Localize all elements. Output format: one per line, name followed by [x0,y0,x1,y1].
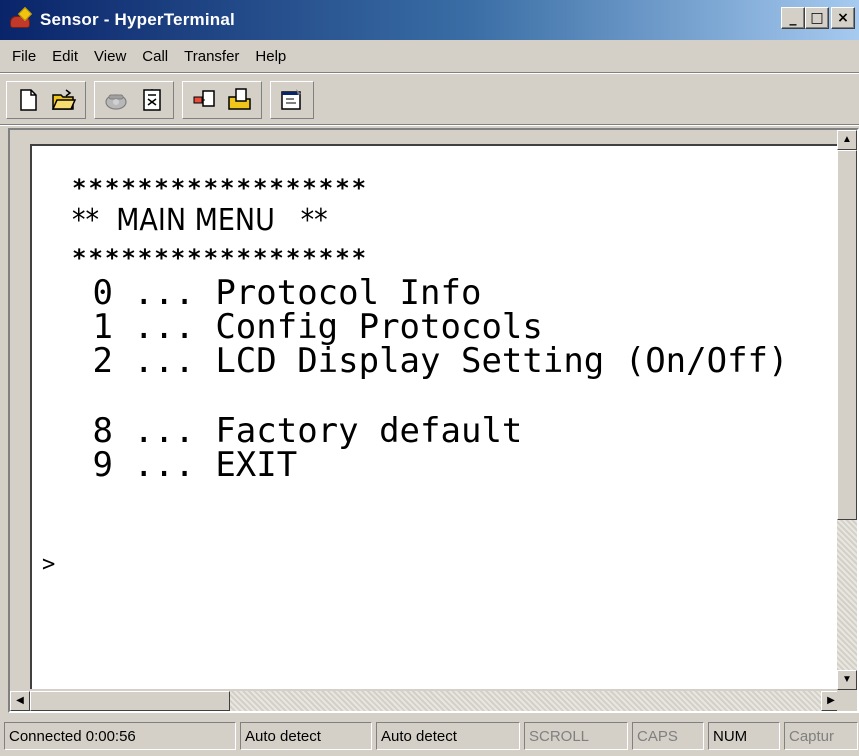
call-button[interactable] [98,83,134,117]
new-icon [20,89,37,111]
menu-title: ** MAIN MENU ** [72,203,328,238]
open-icon [51,89,77,110]
menu-border-top: ****************** [72,174,369,202]
terminal-screen[interactable]: ****************** ** MAIN MENU ** *****… [30,144,838,689]
maximize-button[interactable]: □ [805,7,829,29]
window-title: Sensor - HyperTerminal [40,10,235,29]
status-emulation: Auto detect [240,722,372,750]
new-button[interactable] [10,83,46,117]
receive-icon [228,88,251,110]
horizontal-scrollbar[interactable]: ◀ ▶ [10,691,841,711]
disconnect-button[interactable] [134,83,170,117]
scroll-up-button[interactable]: ▲ [837,130,857,150]
toolbar [6,78,322,122]
menu-file[interactable]: File [4,46,44,67]
menu-option: 9 ... EXIT [92,445,298,485]
status-bar: Connected 0:00:56 Auto detect Auto detec… [0,716,859,756]
disconnect-icon [143,89,161,111]
hyperterminal-icon [8,6,34,33]
title-bar[interactable]: Sensor - HyperTerminal _ □ × [0,0,859,40]
menu-bar: File Edit View Call Transfer Help [0,42,859,70]
terminal-output: ****************** ** MAIN MENU ** *****… [72,176,788,482]
status-connected: Connected 0:00:56 [4,722,236,750]
properties-icon [281,89,301,110]
menu-border-bottom: ****************** [72,244,369,272]
send-icon [193,90,215,107]
menu-edit[interactable]: Edit [44,46,86,67]
receive-button[interactable] [222,83,258,117]
call-icon [105,94,127,110]
terminal-prompt: > [42,552,56,577]
properties-button[interactable] [274,83,310,117]
menu-option: 0 ... Protocol Info [92,273,482,313]
toolbar-divider-bottom [0,124,859,126]
menu-view[interactable]: View [86,46,134,67]
status-caps: CAPS [632,722,704,750]
menu-option: 1 ... Config Protocols [92,307,543,347]
close-button[interactable]: × [831,7,855,29]
vertical-scrollbar[interactable]: ▲ ▼ [837,130,857,690]
status-scroll: SCROLL [524,722,628,750]
menu-option: 8 ... Factory default [92,411,523,451]
scroll-left-button[interactable]: ◀ [10,691,30,711]
menu-call[interactable]: Call [134,46,176,67]
status-settings: Auto detect [376,722,520,750]
scrollbar-corner [837,691,857,711]
minimize-button[interactable]: _ [781,7,805,29]
vertical-scroll-thumb[interactable] [837,150,857,520]
horizontal-scroll-thumb[interactable] [30,691,230,711]
menu-help[interactable]: Help [247,46,294,67]
scroll-down-button[interactable]: ▼ [837,670,857,690]
menu-option: 2 ... LCD Display Setting (On/Off) [92,341,789,381]
menu-transfer[interactable]: Transfer [176,46,247,67]
status-capture: Captur [784,722,858,750]
send-button[interactable] [186,83,222,117]
status-num: NUM [708,722,780,750]
toolbar-divider [0,72,859,74]
open-button[interactable] [46,83,82,117]
terminal-frame: ****************** ** MAIN MENU ** *****… [8,128,859,713]
